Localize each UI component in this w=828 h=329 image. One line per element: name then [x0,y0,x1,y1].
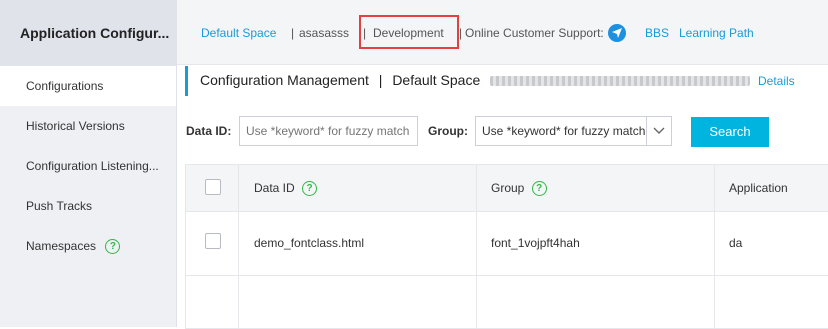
page-title-text: Configuration Management [200,72,369,88]
sidebar-item-label: Configuration Listening... [26,159,159,173]
column-divider [238,165,239,328]
separator: | [291,26,295,40]
separator: | [378,72,383,88]
select-all-checkbox[interactable] [205,179,221,195]
sidebar-item-push-tracks[interactable]: Push Tracks [0,186,176,226]
chevron-down-icon[interactable] [646,117,671,145]
group-label: Group: [428,124,468,138]
sidebar-item-namespaces[interactable]: Namespaces ? [0,226,176,266]
group-select[interactable]: Use *keyword* for fuzzy match [475,116,672,146]
space-name: Default Space [392,72,481,88]
search-button[interactable]: Search [691,117,769,147]
highlight-box [359,15,459,49]
data-id-label: Data ID: [186,124,232,138]
column-header-label: Group [491,181,525,195]
app-title: Application Configur... [0,0,176,66]
row-checkbox[interactable] [205,233,221,249]
sidebar-item-configurations[interactable]: Configurations [0,66,176,106]
group-select-value: Use *keyword* for fuzzy match [482,124,646,138]
table-header: Data ID ? Group ? Application [186,165,828,212]
learning-path-link[interactable]: Learning Path [679,26,754,40]
page-title: Configuration Management | Default Space [200,72,751,88]
help-icon[interactable]: ? [105,239,121,255]
customer-support-icon[interactable] [608,24,626,42]
cell-application: da [729,236,743,250]
column-header-data-id: Data ID ? [254,181,318,197]
bbs-link[interactable]: BBS [645,26,669,40]
column-divider [714,165,715,328]
help-icon[interactable]: ? [531,181,547,197]
top-bar: Default Space | asasasss | Development |… [177,0,828,65]
data-id-input[interactable] [239,116,418,146]
column-header-label: Data ID [254,181,295,195]
sidebar-item-label: Push Tracks [26,199,93,213]
sidebar-item-historical-versions[interactable]: Historical Versions [0,106,176,146]
support-label: Online Customer Support: [465,26,604,40]
column-divider [476,165,477,328]
sidebar-item-label: Historical Versions [26,119,125,133]
row-divider [186,275,828,276]
sidebar: Application Configur... Configurations H… [0,0,177,327]
separator: | [459,26,463,40]
cell-group: font_1vojpft4hah [491,236,580,250]
user-name[interactable]: asasasss [299,26,349,40]
config-table: Data ID ? Group ? Application demo_fontc… [185,164,828,329]
sidebar-item-label: Configurations [26,79,104,93]
help-icon[interactable]: ? [302,181,318,197]
page-header: Configuration Management | Default Space… [185,66,828,96]
redacted-namespace-id [490,76,751,87]
cell-data-id: demo_fontclass.html [254,236,365,250]
column-header-group: Group ? [491,181,547,197]
details-link[interactable]: Details [758,74,795,88]
default-space-link[interactable]: Default Space [201,26,276,40]
sidebar-item-label: Namespaces [26,239,97,253]
column-header-application: Application [729,181,788,195]
sidebar-item-configuration-listening[interactable]: Configuration Listening... [0,146,176,186]
